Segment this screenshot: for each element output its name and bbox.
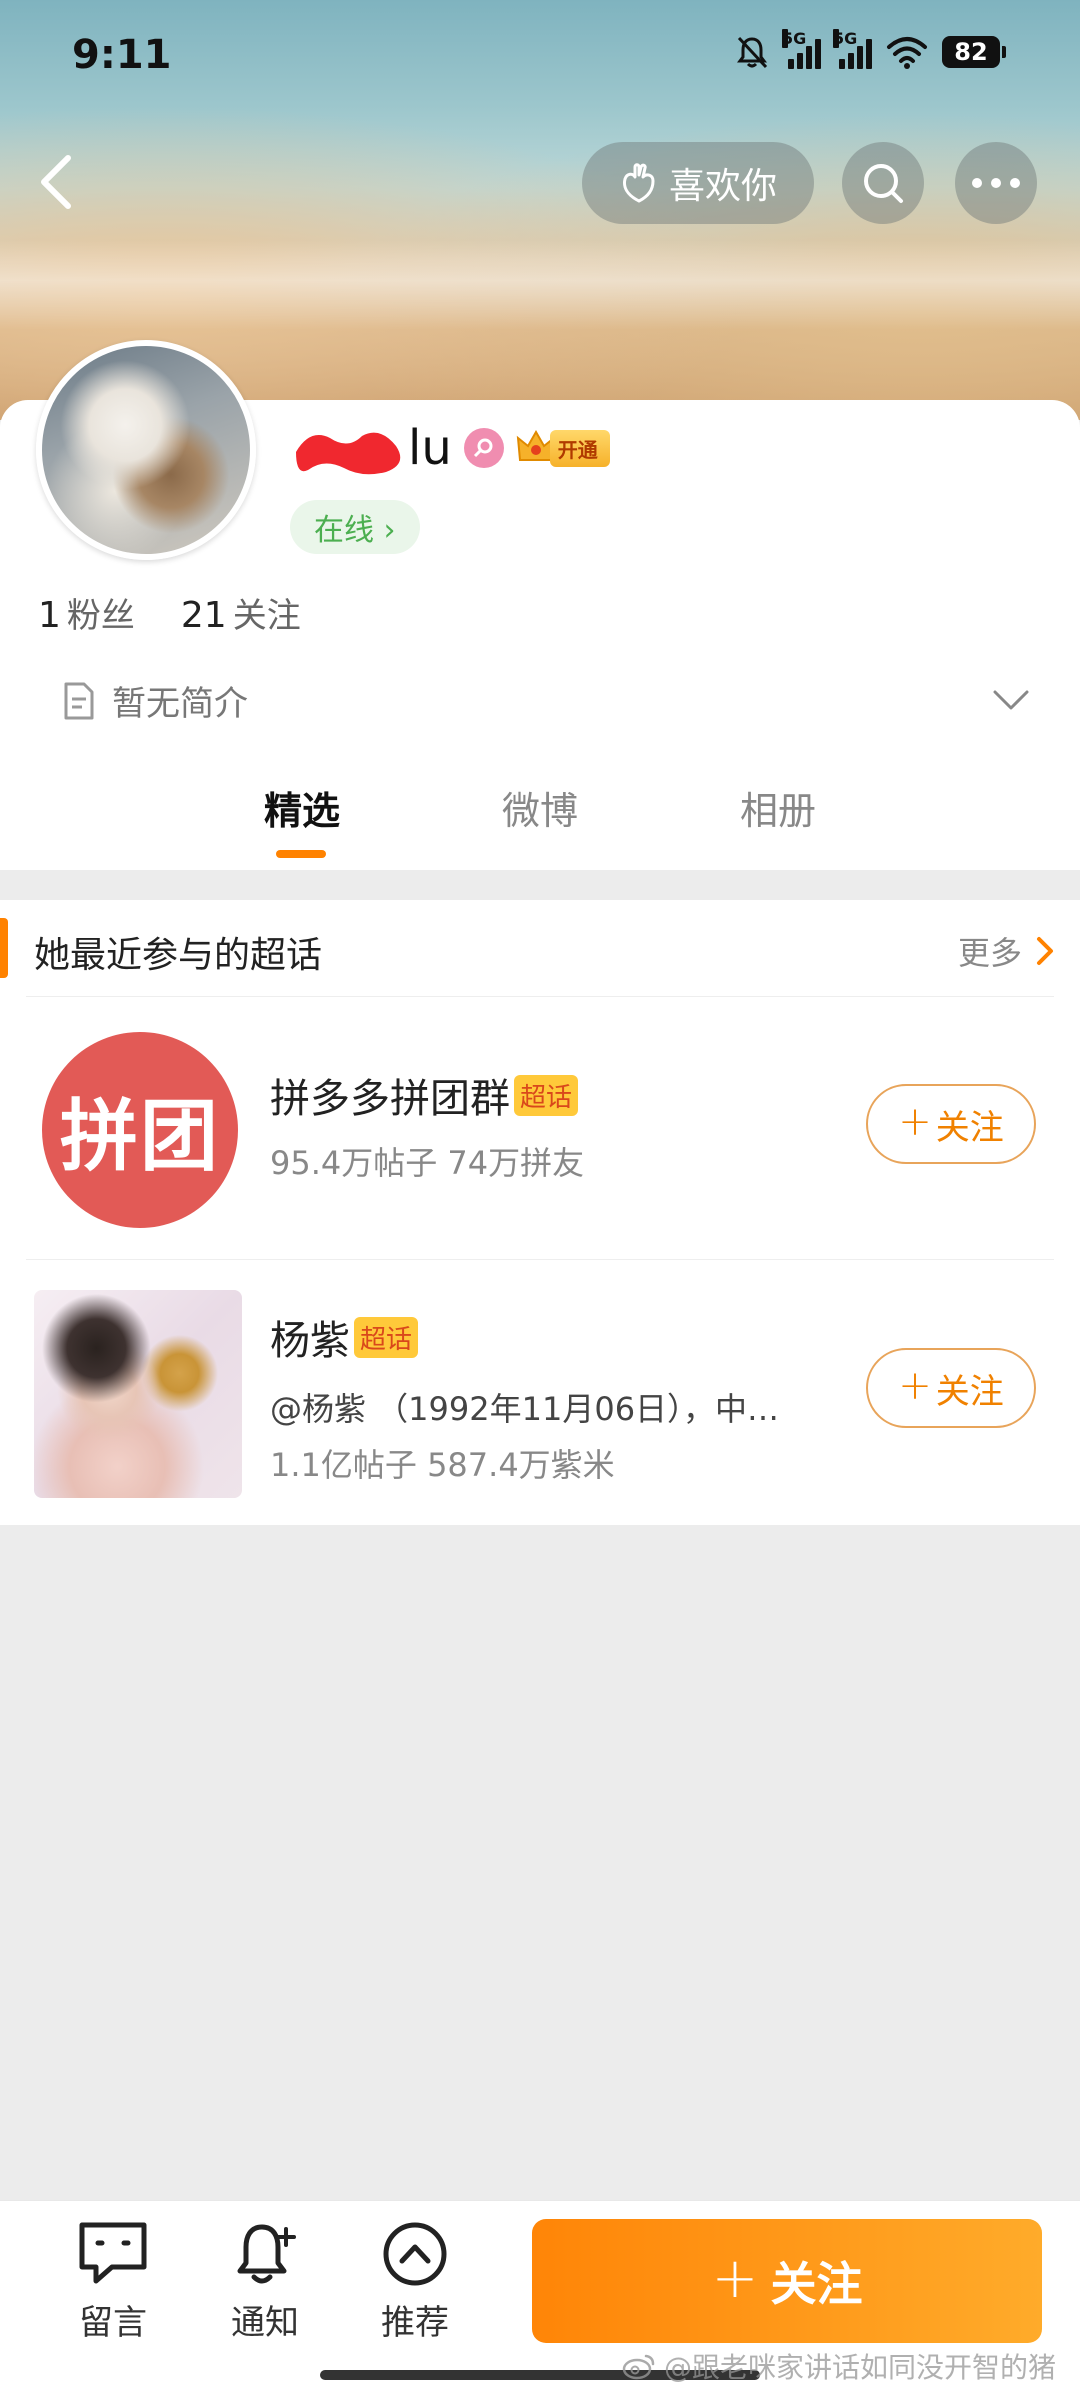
search-button[interactable] bbox=[842, 142, 924, 224]
tab-album[interactable]: 相册 bbox=[740, 780, 816, 835]
message-button[interactable]: 留言 bbox=[58, 2219, 168, 2344]
status-time: 9:11 bbox=[72, 32, 172, 78]
super-topic-badge: 超话 bbox=[354, 1316, 419, 1358]
hand-heart-icon bbox=[623, 163, 655, 203]
chevron-down-icon[interactable] bbox=[992, 688, 1030, 712]
chevron-right-icon bbox=[1037, 937, 1053, 965]
profile-name-text: lu bbox=[408, 420, 452, 476]
female-gender-icon bbox=[463, 428, 504, 468]
weibo-logo-icon bbox=[622, 2354, 655, 2380]
tab-weibo[interactable]: 微博 bbox=[502, 780, 578, 835]
follow-user-button[interactable]: + 关注 bbox=[532, 2219, 1042, 2343]
more-button[interactable] bbox=[955, 142, 1037, 224]
notify-button[interactable]: 通知 bbox=[210, 2219, 320, 2344]
status-bar: 9:11 5G 5G 82 bbox=[0, 0, 1080, 115]
following-stat[interactable]: 21 关注 bbox=[181, 588, 301, 637]
like-you-button[interactable]: 喜欢你 bbox=[582, 142, 814, 224]
topic-thumbnail: 拼团 bbox=[42, 1032, 238, 1228]
chat-bubble-icon bbox=[79, 2222, 147, 2284]
follow-user-label: 关注 bbox=[770, 2257, 863, 2311]
topic-item-pinduoduo[interactable]: 拼团 拼多多拼团群 超话 95.4万帖子 74万拼友 + 关注 bbox=[0, 996, 1080, 1260]
more-link[interactable]: 更多 bbox=[958, 928, 1054, 974]
profile-name-row: lu 开通 bbox=[290, 420, 610, 476]
super-topics-section: 她最近参与的超话 更多 拼团 拼多多拼团群 超话 95.4万帖子 74万拼友 +… bbox=[0, 900, 1080, 1525]
bio-text: 暂无简介 bbox=[112, 684, 248, 724]
bell-plus-icon bbox=[237, 2224, 296, 2284]
section-title: 她最近参与的超话 bbox=[34, 935, 323, 976]
topic-name: 杨紫 bbox=[270, 1318, 350, 1364]
mute-bell-icon bbox=[737, 36, 768, 69]
profile-stats: 1 粉丝 21 关注 bbox=[38, 588, 301, 637]
watermark: @跟老咪家讲话如同没开智的猪 bbox=[622, 2346, 1056, 2386]
recommend-label: 推荐 bbox=[381, 2303, 449, 2343]
more-dots-icon bbox=[972, 178, 1020, 188]
following-label: 关注 bbox=[232, 596, 301, 636]
avatar[interactable] bbox=[36, 340, 256, 560]
topic-thumbnail bbox=[34, 1290, 242, 1498]
recommend-button[interactable]: 推荐 bbox=[360, 2219, 470, 2344]
network-type-2: 5G bbox=[833, 29, 858, 48]
topic-name-row: 杨紫 超话 bbox=[270, 1308, 419, 1366]
tab-featured[interactable]: 精选 bbox=[264, 780, 340, 835]
fans-count: 1 bbox=[38, 595, 61, 636]
tab-active-indicator bbox=[276, 850, 326, 858]
like-you-label: 喜欢你 bbox=[668, 166, 777, 207]
section-header: 她最近参与的超话 更多 bbox=[0, 900, 1080, 997]
topic-item-yangzi[interactable]: 杨紫 超话 @杨紫 （1992年11月06日），中… 1.1亿帖子 587.4万… bbox=[0, 1260, 1080, 1524]
section-accent-bar bbox=[0, 918, 8, 978]
wifi-icon bbox=[887, 37, 927, 69]
topic-name: 拼多多拼团群 bbox=[270, 1076, 510, 1122]
super-topic-badge: 超话 bbox=[514, 1074, 579, 1116]
follow-label: 关注 bbox=[935, 1107, 1004, 1148]
notify-label: 通知 bbox=[231, 2303, 299, 2343]
plus-icon: + bbox=[711, 2245, 759, 2311]
bio-row[interactable]: 暂无简介 bbox=[60, 676, 248, 725]
vip-open-badge[interactable]: 开通 bbox=[516, 428, 610, 468]
watermark-text: @跟老咪家讲话如同没开智的猪 bbox=[664, 2351, 1057, 2384]
fans-label: 粉丝 bbox=[66, 596, 135, 636]
vip-open-label: 开通 bbox=[549, 429, 610, 467]
fans-stat[interactable]: 1 粉丝 bbox=[38, 588, 135, 637]
follow-topic-button[interactable]: + 关注 bbox=[866, 1348, 1036, 1428]
network-type-1: 5G bbox=[782, 29, 807, 48]
search-icon bbox=[864, 164, 903, 203]
signal-1-icon: 5G bbox=[782, 29, 821, 69]
follow-topic-button[interactable]: + 关注 bbox=[866, 1084, 1036, 1164]
profile-name: lu bbox=[290, 420, 452, 476]
chevron-up-circle-icon bbox=[383, 2222, 447, 2286]
following-count: 21 bbox=[180, 595, 227, 636]
battery-indicator: 82 bbox=[942, 36, 1006, 68]
online-status[interactable]: 在线 › bbox=[290, 500, 420, 554]
topic-description: @杨紫 （1992年11月06日），中… bbox=[270, 1390, 780, 1428]
plus-icon: + bbox=[898, 1099, 932, 1145]
topic-stats: 1.1亿帖子 587.4万紫米 bbox=[270, 1446, 615, 1484]
plus-icon: + bbox=[898, 1363, 932, 1409]
signal-2-icon: 5G bbox=[833, 29, 872, 69]
more-label: 更多 bbox=[957, 934, 1022, 972]
redaction-scribble bbox=[296, 432, 401, 475]
document-icon bbox=[64, 682, 94, 719]
profile-tabs: 精选 微博 相册 bbox=[0, 780, 1080, 860]
back-arrow-icon[interactable] bbox=[34, 152, 78, 212]
topic-stats: 95.4万帖子 74万拼友 bbox=[270, 1144, 585, 1182]
follow-label: 关注 bbox=[935, 1371, 1004, 1412]
topic-name-row: 拼多多拼团群 超话 bbox=[270, 1066, 579, 1124]
message-label: 留言 bbox=[79, 2303, 147, 2343]
